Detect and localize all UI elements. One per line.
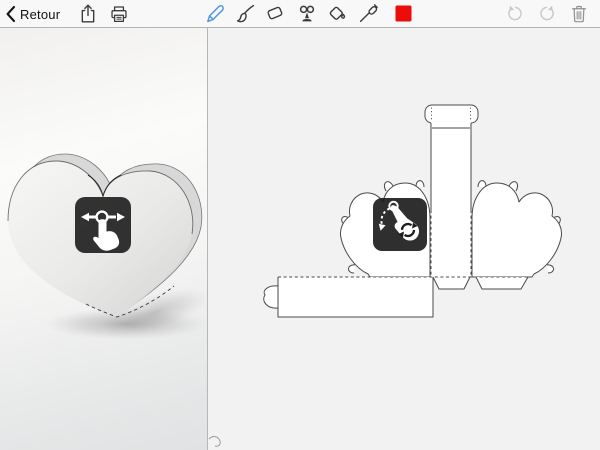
- stamp-tool-button[interactable]: [294, 2, 320, 26]
- swipe-horizontal-gesture-icon: [75, 197, 131, 253]
- share-icon: [77, 3, 99, 25]
- redo-button[interactable]: [536, 2, 558, 26]
- brush-icon: [233, 2, 257, 26]
- back-button[interactable]: Retour: [4, 2, 60, 26]
- eyedropper-icon: [356, 2, 380, 26]
- template-right-heart: [472, 181, 562, 277]
- preview-3d-canvas[interactable]: [0, 28, 207, 450]
- panel-divider: [207, 28, 208, 450]
- fill-tool-button[interactable]: [324, 2, 350, 26]
- color-swatch-icon: [395, 5, 412, 22]
- print-icon: [108, 3, 130, 25]
- color-swatch[interactable]: [395, 5, 412, 22]
- template-bottom-strip: [264, 277, 433, 317]
- heart-3d-preview: [0, 28, 207, 450]
- share-button[interactable]: [75, 2, 101, 26]
- page-curl: [209, 437, 220, 447]
- trash-button[interactable]: [568, 2, 590, 26]
- rotate-gesture-icon: [373, 198, 427, 251]
- template-flap-1: [433, 277, 470, 289]
- back-label: Retour: [20, 7, 60, 22]
- chevron-left-icon: [4, 5, 17, 23]
- groucho-glasses-icon: [295, 2, 319, 26]
- template-flap-2: [476, 277, 528, 289]
- template-strip-body: [431, 122, 471, 277]
- app-window: Retour: [0, 0, 600, 450]
- pencil-tool-button[interactable]: [202, 2, 228, 26]
- redo-icon: [536, 3, 558, 25]
- paint-bucket-icon: [325, 2, 349, 26]
- toolbar: Retour: [0, 0, 600, 28]
- undo-button[interactable]: [504, 2, 526, 26]
- heart-template-drawing: [208, 28, 600, 450]
- undo-icon: [504, 3, 526, 25]
- eraser-tool-button[interactable]: [261, 2, 287, 26]
- print-button[interactable]: [106, 2, 132, 26]
- eraser-icon: [262, 2, 286, 26]
- pencil-icon: [203, 2, 227, 26]
- template-2d-canvas[interactable]: [208, 28, 600, 450]
- trash-icon: [568, 3, 590, 25]
- brush-tool-button[interactable]: [232, 2, 258, 26]
- eyedropper-tool-button[interactable]: [355, 2, 381, 26]
